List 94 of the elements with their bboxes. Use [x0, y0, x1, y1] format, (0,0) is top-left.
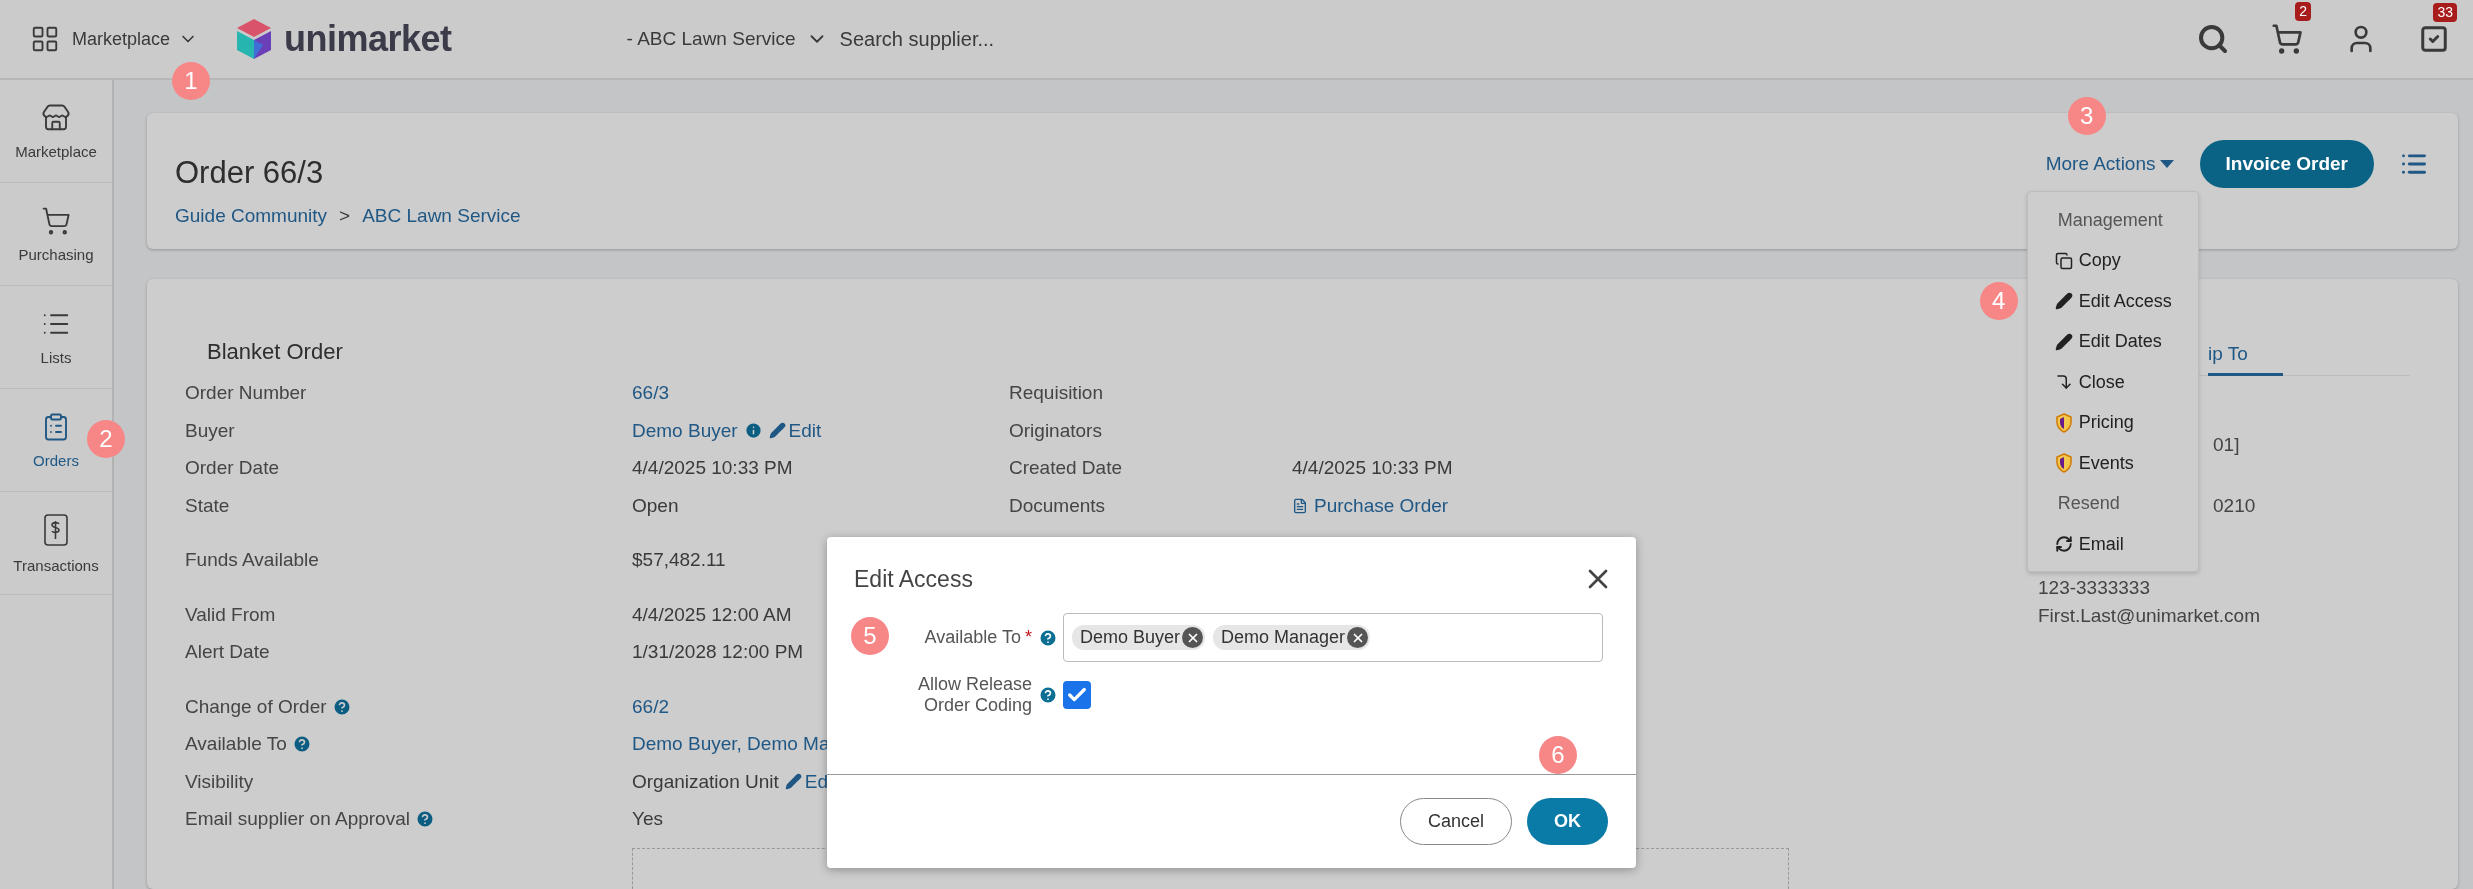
sidebar-item[interactable]: Marketplace	[0, 80, 112, 183]
checkbox[interactable]	[1063, 681, 1091, 709]
invoice-order-button[interactable]: Invoice Order	[2199, 140, 2374, 188]
field-label: Created Date	[1009, 457, 1122, 480]
field-value: Yes	[632, 808, 663, 831]
field-value: Organization Unit	[632, 770, 779, 793]
cart-icon	[41, 205, 71, 236]
value-link[interactable]: Demo Buyer	[632, 419, 738, 442]
field-label: Change of Order	[185, 695, 327, 718]
step-marker: 6	[1539, 736, 1577, 774]
breadcrumb-separator: >	[339, 205, 351, 227]
menu-item[interactable]: Pricing	[2027, 402, 2198, 443]
caret-down-icon	[2159, 159, 2174, 169]
menu-heading: Resend	[2056, 492, 2121, 516]
field-label: Requisition	[1009, 382, 1103, 405]
menu-item[interactable]: Events	[2027, 443, 2198, 484]
dialog-title: Edit Access	[854, 565, 973, 593]
search-field[interactable]: Search supplier...	[837, 26, 1142, 52]
address-line: 01]	[2213, 433, 2240, 456]
logo-text: unimarket	[284, 18, 452, 60]
breadcrumb-link[interactable]: Guide Community	[175, 205, 328, 227]
copy-icon	[2054, 251, 2073, 270]
menu-heading: Management	[2056, 208, 2164, 232]
store-icon	[41, 102, 71, 133]
remove-tag-button[interactable]	[1347, 627, 1369, 648]
value-link[interactable]: 66/3	[632, 382, 669, 405]
remove-tag-button[interactable]	[1182, 627, 1204, 648]
sidebar-item[interactable]: Purchasing	[0, 183, 112, 286]
arrow-down-icon	[2054, 373, 2073, 392]
ship-to-tab[interactable]: ip To	[2208, 338, 2283, 376]
field-label: Alert Date	[185, 641, 270, 664]
step-marker: 5	[851, 617, 889, 655]
required-mark: *	[1025, 627, 1032, 647]
edit-link[interactable]: Edit	[768, 419, 822, 442]
app-menu[interactable]: Marketplace	[72, 28, 199, 50]
field-label: Available To	[924, 627, 1021, 647]
field-value: 4/4/2025 10:33 PM	[632, 457, 793, 480]
step-marker: 3	[2067, 97, 2106, 135]
field-label: Originators	[1009, 419, 1102, 442]
field-label: State	[185, 494, 230, 517]
field-value: 4/4/2025 12:00 AM	[632, 603, 792, 626]
field-label: Available To	[185, 733, 287, 756]
menu-item[interactable]: Edit Access	[2027, 281, 2198, 322]
field-label: Buyer	[185, 419, 235, 442]
tag: Demo Buyer	[1072, 625, 1206, 650]
cancel-button[interactable]: Cancel	[1399, 798, 1512, 845]
sidebar-item[interactable]: Transactions	[0, 492, 112, 595]
pencil-icon	[2054, 292, 2073, 311]
pencil-icon	[2054, 332, 2073, 351]
refresh-icon	[2054, 535, 2073, 554]
pencil-icon	[784, 773, 802, 791]
section-title: Blanket Order	[207, 338, 344, 365]
step-marker: 2	[87, 420, 125, 458]
field-label: Funds Available	[185, 549, 319, 572]
field-value: 4/4/2025 10:33 PM	[1292, 457, 1453, 480]
tag: Demo Manager	[1213, 625, 1371, 650]
tags-field[interactable]: Demo Buyer Demo Manager	[1063, 613, 1603, 662]
edit-link[interactable]: Ed	[784, 770, 829, 793]
menu-item[interactable]: Email	[2027, 524, 2198, 565]
count-badge: 33	[2433, 3, 2457, 22]
cart-button[interactable]	[2271, 23, 2303, 55]
shield-icon	[2054, 412, 2073, 433]
field-label: Email supplier on Approval	[185, 808, 410, 831]
apps-grid-icon[interactable]	[30, 24, 60, 54]
page-title: Order 66/3	[175, 155, 325, 191]
value-link[interactable]: Purchase Order	[1314, 494, 1449, 517]
step-marker: 1	[172, 61, 210, 100]
field-label: Order Date	[185, 457, 279, 480]
address-line: 123-3333333	[2038, 576, 2150, 599]
field-label: Allow Release Order Coding	[917, 674, 1032, 715]
ok-button[interactable]: OK	[1527, 798, 1608, 845]
sidebar-item[interactable]: Lists	[0, 286, 112, 389]
field-label: Visibility	[185, 770, 254, 793]
count-badge: 2	[2295, 2, 2311, 21]
field-label: Documents	[1009, 494, 1106, 517]
money-document-icon	[41, 512, 71, 547]
more-actions-button[interactable]: More Actions	[2045, 153, 2174, 175]
field-value: Open	[632, 494, 679, 517]
address-line: 0210	[2213, 494, 2256, 517]
field-label: Order Number	[185, 382, 307, 405]
pencil-icon	[768, 422, 786, 440]
search-button[interactable]	[2197, 23, 2229, 55]
menu-item[interactable]: Edit Dates	[2027, 321, 2198, 362]
address-line: First.Last@unimarket.com	[2038, 604, 2260, 627]
supplier-selector[interactable]: - ABC Lawn Service	[626, 28, 828, 50]
field-label: Valid From	[185, 603, 276, 626]
tasks-button[interactable]	[2419, 24, 2449, 54]
menu-item[interactable]: Copy	[2027, 240, 2198, 281]
shield-icon	[2054, 453, 2073, 474]
value-link[interactable]: 66/2	[632, 695, 669, 718]
field-value: $57,482.11	[632, 549, 726, 572]
menu-item[interactable]: Close	[2027, 362, 2198, 403]
breadcrumb-link[interactable]: ABC Lawn Service	[362, 205, 521, 227]
field-value: 1/31/2028 12:00 PM	[632, 641, 804, 664]
